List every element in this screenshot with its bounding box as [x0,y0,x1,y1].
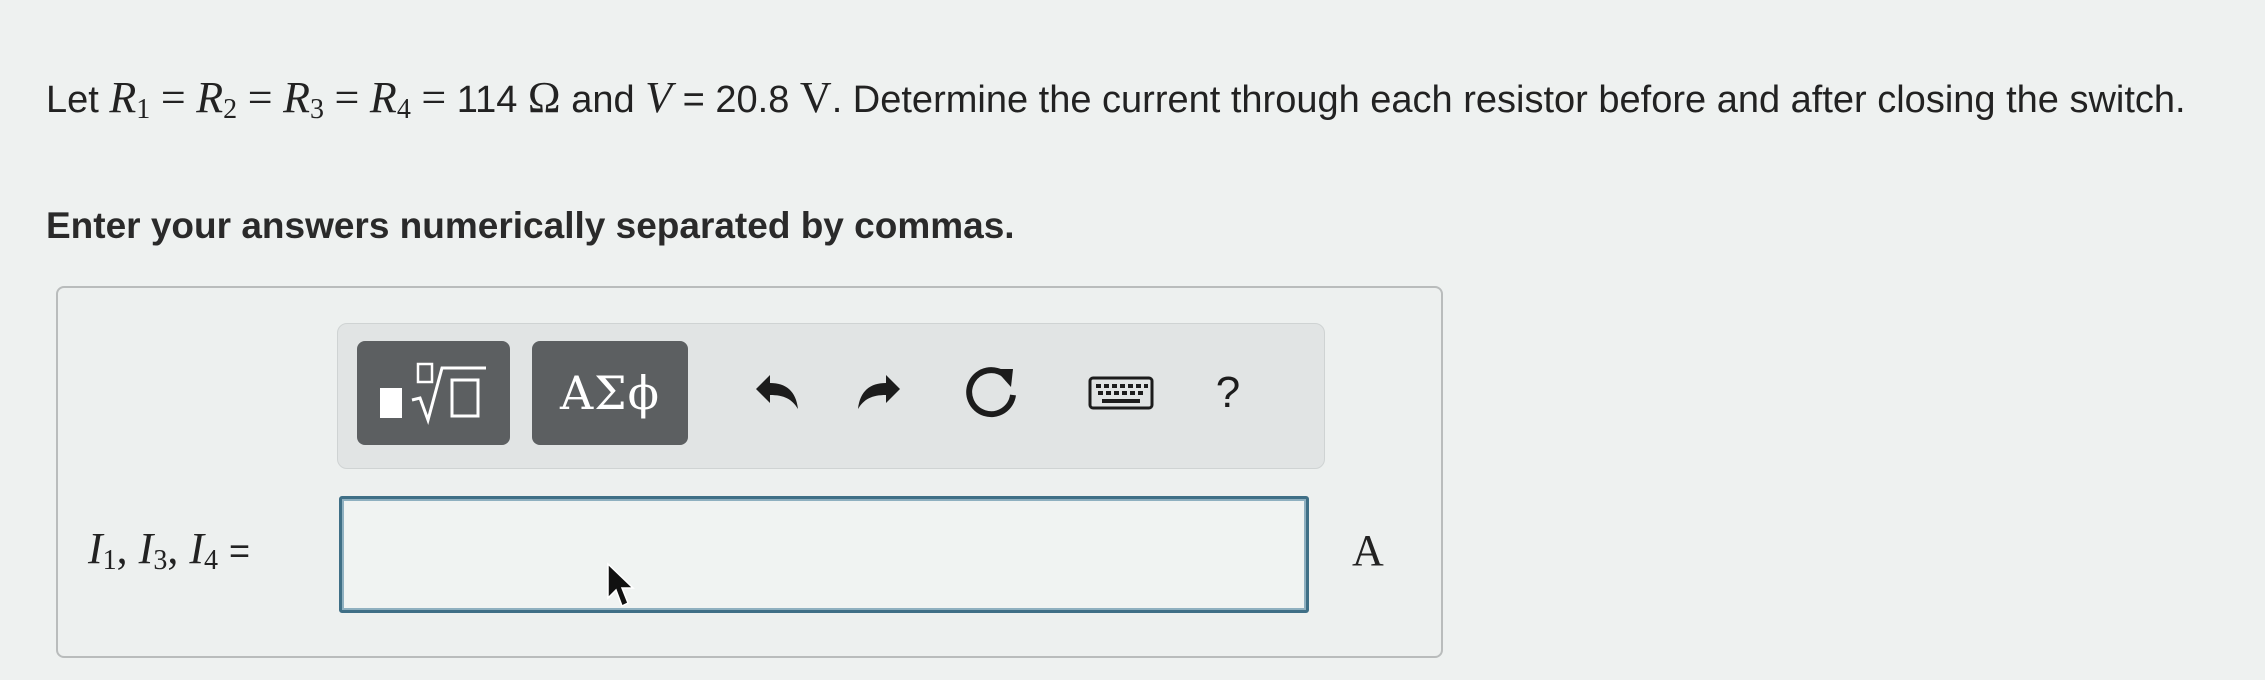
equals-3: = [334,73,360,122]
r1-sub: 1 [136,94,151,125]
undo-button[interactable] [738,341,818,445]
answer-variables-label: I1, I3, I4 = [88,523,250,577]
answer-input[interactable] [339,496,1309,613]
v-symbol: V [645,73,673,122]
i3-sub: 3 [153,545,168,576]
ohm-symbol: Ω [527,73,561,122]
help-label: ? [1215,368,1241,417]
sep-1: , [116,524,128,573]
redo-button[interactable] [838,341,918,445]
templates-icon [379,362,486,425]
problem-and: and [571,79,635,121]
reset-icon [966,367,1016,418]
i1-letter: I [88,524,103,573]
undo-icon [756,375,798,409]
instruction-text: Enter your answers numerically separated… [46,205,1015,246]
i1-sub: 1 [102,545,117,576]
r2-letter: R [196,73,224,122]
r4-letter: R [369,73,397,122]
r3-symbol: R3 [283,73,324,125]
reset-button[interactable] [953,341,1033,445]
symbols-label: ΑΣϕ [559,366,661,420]
help-button[interactable]: ? [1188,341,1268,445]
r2-sub: 2 [223,94,238,125]
math-toolbar: ΑΣϕ ? [337,323,1325,469]
problem-let: Let [46,79,99,121]
volt-unit: V [799,73,832,122]
equals-1: = [160,73,186,122]
problem-rest: . Determine the current through each res… [831,79,2186,121]
r3-letter: R [283,73,310,122]
voltage-value: 20.8 [715,79,790,121]
answer-equals: = [228,530,250,571]
mouse-pointer-icon [607,562,635,608]
problem-statement: Let R1 = R2 = R3 = R4 = 114 Ω and V = 20… [46,72,2226,136]
i3-letter: I [138,524,154,573]
r4-symbol: R4 [369,73,411,125]
i4-letter: I [189,524,204,573]
templates-button[interactable] [357,341,510,445]
r2-symbol: R2 [196,73,238,125]
resistance-value: 114 [456,79,518,121]
keyboard-button[interactable] [1071,341,1171,445]
r4-sub: 4 [396,94,411,125]
equals-2: = [247,73,273,122]
equals-5: = [682,79,705,121]
i4-sub: 4 [203,545,218,576]
keyboard-icon [1088,376,1154,410]
unit-label: A [1352,526,1384,575]
r3-sub: 3 [309,94,324,125]
symbols-button[interactable]: ΑΣϕ [532,341,688,445]
sep-2: , [167,524,179,573]
r1-letter: R [109,73,137,122]
redo-icon [858,375,900,409]
equals-4: = [421,73,447,122]
r1-symbol: R1 [109,73,151,125]
